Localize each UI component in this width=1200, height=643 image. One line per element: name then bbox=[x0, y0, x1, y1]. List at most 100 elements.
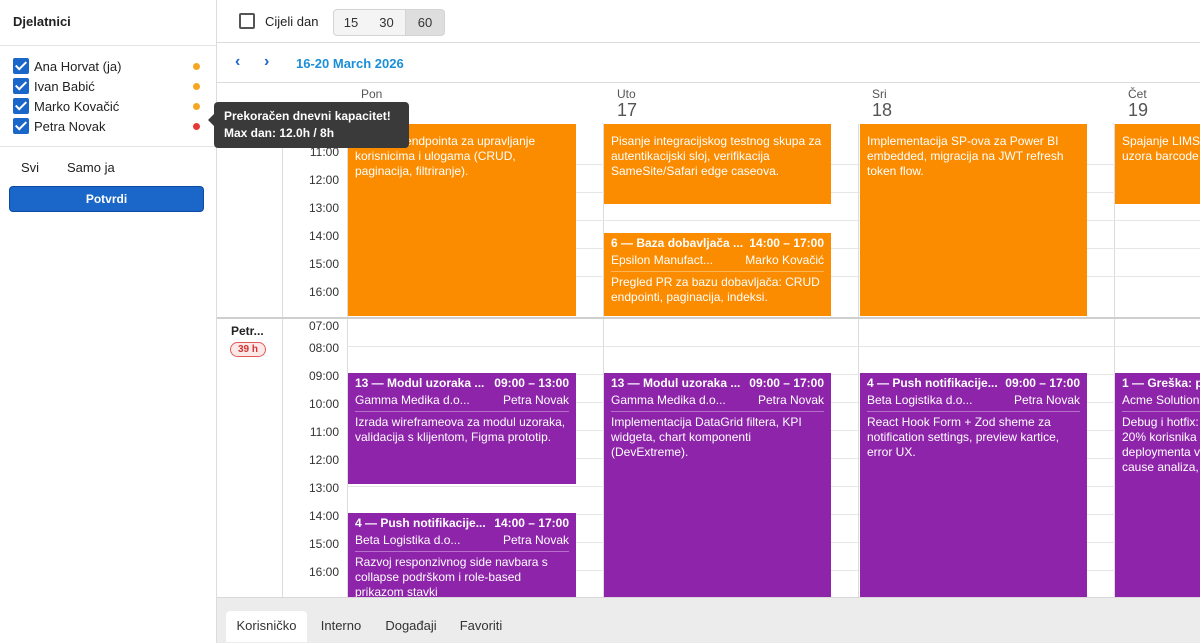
time-label: 14:00 bbox=[308, 509, 339, 523]
day-name: Čet bbox=[1128, 87, 1147, 101]
time-label: 15:00 bbox=[308, 537, 339, 551]
event-header: 4 — Push notifikacije... 09:00 – 17:00 bbox=[867, 376, 1080, 391]
sidebar-title: Djelatnici bbox=[13, 14, 71, 29]
event-client: Beta Logistika d.o... bbox=[355, 533, 461, 547]
employee-name: Ivan Babić bbox=[34, 79, 95, 94]
tab-interno[interactable]: Interno bbox=[313, 611, 369, 642]
time-label: 16:00 bbox=[308, 565, 339, 579]
tab-favoriti[interactable]: Favoriti bbox=[453, 611, 509, 642]
event-time: 14:00 – 17:00 bbox=[749, 236, 824, 250]
event-description: Implementacija DataGrid filtera, KPI wid… bbox=[611, 415, 802, 459]
event-client: Gamma Medika d.o... bbox=[611, 393, 726, 407]
bottom-tabs: Korisničko Interno Događaji Favoriti bbox=[217, 597, 1200, 643]
time-label: 11:00 bbox=[309, 425, 339, 439]
event-description: Izrada wireframeova za modul uzoraka, va… bbox=[355, 415, 566, 444]
employee-name: Ana Horvat (ja) bbox=[34, 59, 122, 74]
employee-name: Petra Novak bbox=[34, 119, 106, 134]
tab-korisnicko[interactable]: Korisničko bbox=[226, 611, 307, 642]
employee-item-ivan[interactable]: Ivan Babić bbox=[13, 77, 203, 95]
status-dot bbox=[193, 103, 200, 110]
day-header-tue: Uto 17 bbox=[603, 84, 858, 124]
time-label: 15:00 bbox=[308, 257, 339, 271]
event-card[interactable]: 13 — Modul uzoraka ... 09:00 – 13:00 Gam… bbox=[348, 373, 576, 484]
chevron-right-icon[interactable]: › bbox=[264, 53, 269, 71]
time-label: 10:00 bbox=[308, 397, 339, 411]
hours-badge: 39 h bbox=[230, 342, 266, 357]
event-subheader: Beta Logistika d.o... Petra Novak bbox=[355, 533, 569, 549]
divider bbox=[867, 411, 1080, 412]
day-number: 17 bbox=[617, 100, 638, 120]
filter-me-button[interactable]: Samo ja bbox=[67, 160, 115, 175]
event-description: Pisanje integracijskog testnog skupa za … bbox=[611, 134, 822, 178]
event-title: 4 — Push notifikacije... bbox=[355, 516, 486, 530]
all-day-label: Cijeli dan bbox=[265, 14, 319, 29]
event-client: Epsilon Manufact... bbox=[611, 253, 714, 267]
day-name: Sri bbox=[872, 87, 887, 101]
event-header: 1 — Greška: pr bbox=[1122, 376, 1200, 391]
scheduler-grid: Pon 16 Uto 17 Sri 18 Čet 19 11:00 12:00 … bbox=[217, 84, 1200, 597]
interval-60-button[interactable]: 60 bbox=[406, 9, 445, 36]
event-person: Petra Novak bbox=[502, 393, 569, 407]
event-card[interactable]: 1 — Greška: pr Acme Solution Debug i hot… bbox=[1115, 373, 1200, 597]
event-description: Implementacija SP-ova za Power BI embedd… bbox=[867, 134, 1064, 178]
interval-30-button[interactable]: 30 bbox=[368, 9, 406, 36]
checkbox-checked-icon[interactable] bbox=[13, 118, 29, 134]
filter-all-button[interactable]: Svi bbox=[21, 160, 39, 175]
day-number: 18 bbox=[872, 100, 893, 120]
chevron-left-icon[interactable]: ‹ bbox=[235, 53, 240, 71]
event-card[interactable]: Spajanje LIMS mapping uzora barcode iden… bbox=[1115, 124, 1200, 204]
all-day-checkbox[interactable] bbox=[239, 13, 255, 29]
employee-item-ana[interactable]: Ana Horvat (ja) bbox=[13, 57, 203, 75]
event-time: 09:00 – 13:00 bbox=[494, 376, 569, 390]
event-header: 13 — Modul uzoraka ... 09:00 – 13:00 bbox=[355, 376, 569, 391]
event-header: 4 — Push notifikacije... 14:00 – 17:00 bbox=[355, 516, 569, 531]
checkbox-checked-icon[interactable] bbox=[13, 78, 29, 94]
event-card[interactable]: 6 — Baza dobavljača ... 14:00 – 17:00 Ep… bbox=[604, 233, 831, 316]
interval-15-button[interactable]: 15 bbox=[333, 9, 369, 36]
event-card[interactable]: 4 — Push notifikacije... 14:00 – 17:00 B… bbox=[348, 513, 576, 597]
event-card[interactable]: 4 — Push notifikacije... 09:00 – 17:00 B… bbox=[860, 373, 1087, 597]
day-name: Pon bbox=[361, 87, 383, 101]
event-title: 4 — Push notifikacije... bbox=[867, 376, 998, 390]
checkbox-checked-icon[interactable] bbox=[13, 58, 29, 74]
employee-item-marko[interactable]: Marko Kovačić bbox=[13, 97, 203, 115]
event-card[interactable]: 13 — Modul uzoraka ... 09:00 – 17:00 Gam… bbox=[604, 373, 831, 597]
event-time: 09:00 – 17:00 bbox=[1005, 376, 1080, 390]
event-description: Razvoj responzivnog side navbara s colla… bbox=[355, 555, 548, 597]
event-subheader: Beta Logistika d.o... Petra Novak bbox=[867, 393, 1080, 409]
event-person: Petra Novak bbox=[502, 533, 569, 547]
event-card[interactable]: Pisanje integracijskog testnog skupa za … bbox=[604, 124, 831, 204]
day-header-thu: Čet 19 bbox=[1114, 84, 1200, 124]
divider bbox=[0, 45, 216, 46]
employee-name: Marko Kovačić bbox=[34, 99, 120, 114]
time-label: 13:00 bbox=[308, 201, 339, 215]
divider bbox=[858, 84, 859, 597]
event-time: 09:00 – 17:00 bbox=[749, 376, 824, 390]
tooltip-detail: Max dan: 12.0h / 8h bbox=[224, 126, 335, 140]
event-card[interactable]: Implementacija SP-ova za Power BI embedd… bbox=[860, 124, 1087, 316]
time-label: 09:00 bbox=[308, 369, 339, 383]
event-card[interactable]: …ntacija endpointa za upravljanje korisn… bbox=[348, 124, 576, 316]
status-dot-warning bbox=[193, 123, 200, 130]
divider bbox=[611, 411, 824, 412]
day-number: 19 bbox=[1128, 100, 1149, 120]
event-header: 13 — Modul uzoraka ... 09:00 – 17:00 bbox=[611, 376, 824, 391]
divider bbox=[282, 124, 283, 597]
event-subheader: Epsilon Manufact... Marko Kovačić bbox=[611, 253, 824, 269]
time-label: 12:00 bbox=[308, 173, 339, 187]
event-title: 1 — Greška: pr bbox=[1122, 376, 1200, 390]
event-person: Petra Novak bbox=[1013, 393, 1080, 407]
checkbox-checked-icon[interactable] bbox=[13, 98, 29, 114]
divider bbox=[1122, 411, 1200, 412]
tab-dogadaji[interactable]: Događaji bbox=[378, 611, 444, 642]
resource-name[interactable]: Petr... bbox=[231, 324, 264, 338]
date-range-title[interactable]: 16-20 March 2026 bbox=[296, 56, 404, 71]
confirm-button[interactable]: Potvrdi bbox=[9, 186, 204, 212]
event-client: Beta Logistika d.o... bbox=[867, 393, 973, 407]
date-navigation: ‹ › 16-20 March 2026 bbox=[217, 44, 1200, 83]
event-client: Acme Solution bbox=[1122, 393, 1200, 407]
event-subheader: Gamma Medika d.o... Petra Novak bbox=[355, 393, 569, 409]
employee-sidebar: Djelatnici Ana Horvat (ja) Ivan Babić Ma… bbox=[0, 0, 217, 643]
employee-item-petra[interactable]: Petra Novak bbox=[13, 117, 203, 135]
event-person: Petra Novak bbox=[757, 393, 824, 407]
